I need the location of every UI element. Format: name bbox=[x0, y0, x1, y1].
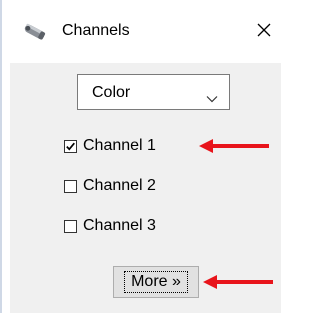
window-title: Channels bbox=[62, 22, 130, 39]
title-bar[interactable]: Channels bbox=[10, 0, 281, 63]
channel-3-label: Channel 3 bbox=[83, 217, 156, 234]
checkmark-icon bbox=[66, 142, 75, 150]
red-arrow-left-icon bbox=[197, 138, 271, 154]
more-button[interactable]: More » bbox=[113, 266, 199, 298]
channel-2-checkbox-row[interactable]: Channel 2 bbox=[64, 175, 156, 197]
chevron-down-icon bbox=[206, 90, 218, 103]
microscope-icon bbox=[22, 22, 48, 42]
red-arrow-left-icon bbox=[201, 274, 275, 290]
close-icon bbox=[256, 22, 272, 43]
dialog-client-area: Color Channel 1 Channel 2 Channel 3 More… bbox=[10, 63, 281, 313]
channel-1-checkbox-row[interactable]: Channel 1 bbox=[64, 135, 156, 157]
color-mode-select-value: Color bbox=[92, 84, 131, 101]
channel-3-checkbox[interactable] bbox=[64, 219, 77, 233]
channel-1-label: Channel 1 bbox=[83, 137, 156, 154]
channel-3-checkbox-row[interactable]: Channel 3 bbox=[64, 215, 156, 237]
close-button[interactable] bbox=[250, 18, 278, 46]
channel-1-checkbox[interactable] bbox=[64, 139, 77, 153]
channel-2-label: Channel 2 bbox=[83, 177, 156, 194]
channels-window: Channels Color Channel 1 Channel 2 Chann… bbox=[0, 0, 281, 313]
channel-2-checkbox[interactable] bbox=[64, 179, 77, 193]
window-left-border bbox=[0, 0, 2, 313]
more-button-label: More » bbox=[124, 271, 188, 293]
color-mode-select[interactable]: Color bbox=[77, 74, 230, 110]
